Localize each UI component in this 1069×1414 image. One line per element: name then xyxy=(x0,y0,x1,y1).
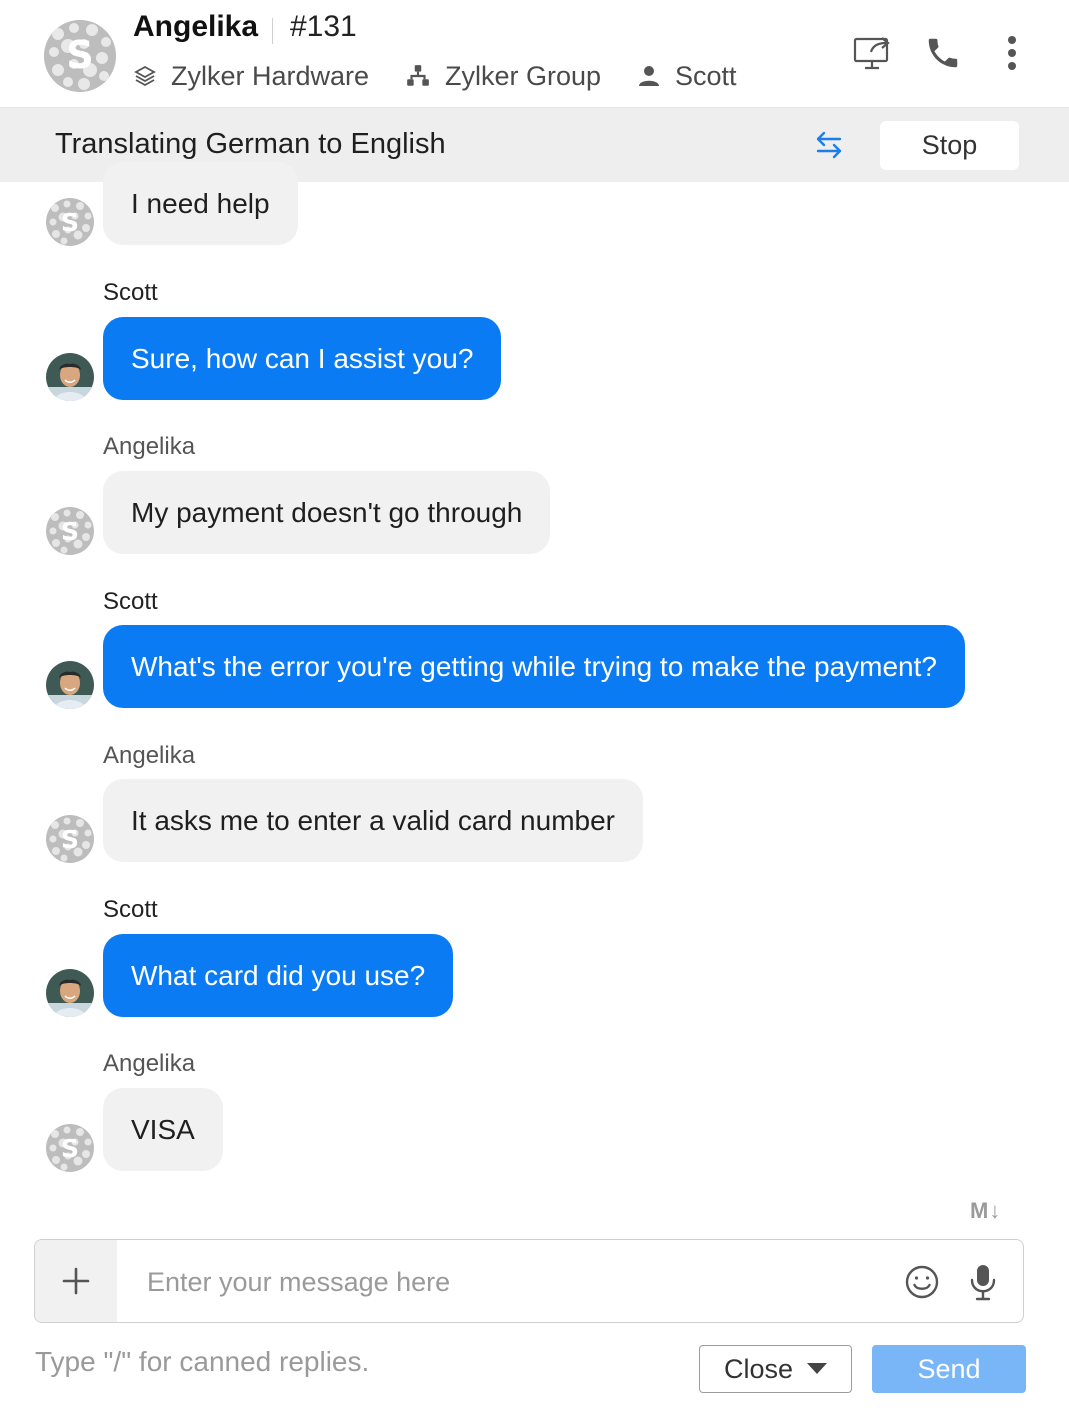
ticket-id: #131 xyxy=(290,10,357,43)
message-sender: Angelika xyxy=(103,433,196,460)
customer-avatar: S xyxy=(46,198,94,246)
message-bubble-customer: It asks me to enter a valid card number xyxy=(103,779,643,862)
attach-button[interactable] xyxy=(35,1240,117,1322)
send-button[interactable]: Send xyxy=(872,1345,1026,1393)
close-button[interactable]: Close xyxy=(699,1345,852,1393)
department-meta: Zylker Group xyxy=(405,58,601,94)
phone-icon[interactable] xyxy=(924,34,962,72)
agent-avatar xyxy=(46,353,94,401)
brand-meta: Zylker Hardware xyxy=(133,58,369,94)
message-sender: Angelika xyxy=(103,1050,196,1077)
message-sender: Scott xyxy=(103,588,158,615)
message-input[interactable] xyxy=(145,1258,889,1306)
svg-text:S: S xyxy=(66,33,93,77)
brand-name: Zylker Hardware xyxy=(171,60,370,91)
message-sender: Angelika xyxy=(103,742,196,769)
message-bubble-customer: I need help xyxy=(103,162,298,245)
agent-name: Scott xyxy=(675,60,737,91)
customer-avatar: S xyxy=(46,815,94,863)
swap-arrows-icon[interactable] xyxy=(812,128,846,162)
message-bubble-agent: Sure, how can I assist you? xyxy=(103,317,502,400)
message-bubble-customer: My payment doesn't go through xyxy=(103,471,551,554)
contact-name: Angelika xyxy=(133,10,259,43)
markdown-icon[interactable]: M↓ xyxy=(970,1198,1001,1224)
svg-text:S: S xyxy=(61,825,79,854)
svg-text:S: S xyxy=(61,208,79,237)
department-name: Zylker Group xyxy=(445,60,602,91)
screen-share-icon[interactable] xyxy=(853,33,893,71)
microphone-icon[interactable] xyxy=(968,1263,998,1301)
brand-stack-icon xyxy=(134,65,156,87)
svg-text:S: S xyxy=(61,517,79,546)
message-bubble-agent: What's the error you're getting while tr… xyxy=(103,625,965,708)
close-button-label: Close xyxy=(723,1353,794,1384)
message-sender: Scott xyxy=(103,279,158,306)
contact-avatar[interactable]: S xyxy=(44,20,116,92)
agent-person-icon xyxy=(639,66,659,86)
customer-avatar: S xyxy=(46,1124,94,1172)
caret-down-icon xyxy=(807,1363,828,1374)
emoji-icon[interactable] xyxy=(904,1264,940,1300)
message-composer xyxy=(34,1239,1024,1323)
department-icon xyxy=(407,65,429,86)
svg-text:S: S xyxy=(61,1134,79,1163)
message-bubble-customer: VISA xyxy=(103,1088,223,1171)
translation-label: Translating German to English xyxy=(55,128,446,160)
canned-replies-hint: Type "/" for canned replies. xyxy=(35,1346,370,1377)
more-vertical-icon[interactable] xyxy=(1002,35,1022,71)
customer-avatar: S xyxy=(46,507,94,555)
message-bubble-agent: What card did you use? xyxy=(103,934,454,1017)
agent-avatar xyxy=(46,661,94,709)
message-sender: Scott xyxy=(103,896,158,923)
stop-translation-button[interactable]: Stop xyxy=(880,121,1019,170)
plus-icon xyxy=(62,1267,90,1295)
agent-meta: Scott xyxy=(637,58,737,94)
agent-avatar xyxy=(46,969,94,1017)
header-divider xyxy=(272,18,273,44)
chat-header: S Angelika #131 Zylker Hardware Zylker G… xyxy=(0,0,1069,108)
